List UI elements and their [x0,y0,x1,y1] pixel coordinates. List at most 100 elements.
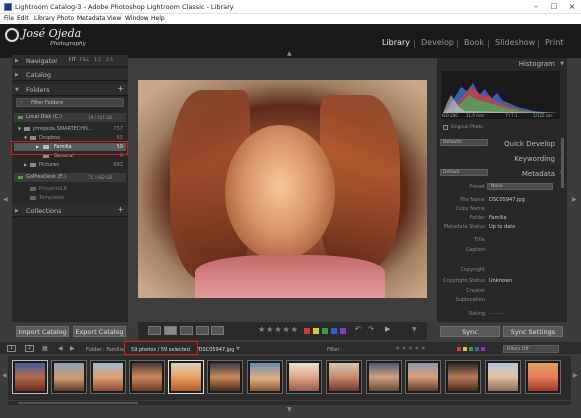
filmstrip-thumbnail[interactable] [12,360,48,394]
catalog-header[interactable]: ▶ Catalog [12,69,128,81]
rotate-right-icon[interactable]: ↷ [368,325,374,333]
rotate-left-icon[interactable]: ↶ [355,325,361,333]
filmstrip-thumbnail[interactable] [445,360,481,394]
toolbar-menu-chevron-icon[interactable]: ▼ [412,326,417,333]
metadata-header[interactable]: Metadata ▼ [437,168,567,180]
filmstrip-thumbnail[interactable] [207,360,243,394]
metadata-value[interactable]: DSC05947.jpg [489,197,525,203]
grid-mode-icon[interactable]: ▦ [42,345,48,352]
add-collection-icon[interactable]: + [117,205,124,214]
slideshow-icon[interactable]: ▶ [385,325,390,333]
filmstrip-thumbnail[interactable] [90,360,126,394]
filmstrip-scroll-thumb[interactable] [18,402,138,404]
module-library[interactable]: Library [382,38,410,47]
quick-develop-header[interactable]: Quick Develop ◀ [437,138,567,150]
filmstrip-thumbnail[interactable] [366,360,402,394]
keywording-header[interactable]: Keywording ◀ [437,153,567,165]
menu-edit[interactable]: Edit [17,15,29,22]
collections-header[interactable]: ▶ Collections + [12,205,128,217]
minimize-icon[interactable]: – [527,0,545,13]
filmstrip-thumbnail[interactable] [405,360,441,394]
folders-header[interactable]: ▼ Folders + [12,84,128,96]
color-label-blue[interactable] [331,328,337,334]
sync-settings-button[interactable]: Sync Settings [503,326,563,337]
original-photo-checkbox[interactable] [443,125,448,130]
add-folder-icon[interactable]: + [117,84,124,93]
module-print[interactable]: Print [545,38,563,47]
filmstrip-right-icon[interactable]: ▶ [573,372,578,379]
filter-color-yellow[interactable] [463,347,467,351]
rating-stars-icon[interactable]: ★★★★★ [258,325,299,334]
filmstrip-thumbnail[interactable] [129,360,165,394]
metadata-preset-dropdown[interactable]: None [487,183,553,190]
top-panel-toggle-icon[interactable]: ▲ [287,50,292,57]
folder-row[interactable]: Templates [14,194,126,202]
menu-file[interactable]: File [4,15,14,22]
filter-color-green[interactable] [469,347,473,351]
zoom-2-1[interactable]: 2:1 [106,58,113,63]
import-catalog-button[interactable]: Import Catalog [16,326,69,337]
maximize-icon[interactable]: □ [545,0,563,13]
right-panel-toggle-icon[interactable]: ▶ [572,196,577,203]
color-label-green[interactable] [322,328,328,334]
zoom-1-1[interactable]: 1:1 [94,58,101,63]
filter-folders-input[interactable]: ⌕ Filter Folders [16,98,124,107]
survey-view-icon[interactable] [196,326,209,335]
color-label-yellow[interactable] [313,328,319,334]
filters-off-dropdown[interactable]: Filters Off [503,345,559,353]
filter-color-blue[interactable] [475,347,479,351]
sync-button[interactable]: Sync [440,326,500,337]
filmstrip-thumbnail[interactable] [485,360,521,394]
filmstrip-source-path[interactable]: Folder : Familia [86,347,124,353]
window-2-button[interactable]: 2 [25,345,34,352]
people-view-icon[interactable] [211,326,224,335]
compare-view-icon[interactable] [180,326,193,335]
back-arrow-icon[interactable]: ◀ [58,345,63,352]
filmstrip-left-icon[interactable]: ◀ [2,372,7,379]
color-label-purple[interactable] [340,328,346,334]
metadata-value[interactable]: Familia [489,215,507,221]
module-develop[interactable]: Develop [421,38,454,47]
volume-local-disk[interactable]: Local Disk (C:) 19 / 931 GB [14,113,126,122]
export-catalog-button[interactable]: Export Catalog [73,326,126,337]
module-slideshow[interactable]: Slideshow [495,38,535,47]
menu-photo[interactable]: Photo [57,15,74,22]
left-panel-toggle-icon[interactable]: ◀ [3,196,8,203]
filter-color-purple[interactable] [481,347,485,351]
color-label-red[interactable] [304,328,310,334]
window-1-button[interactable]: 1 [7,345,16,352]
bottom-panel-toggle-icon[interactable]: ▼ [287,406,292,413]
menu-metadata[interactable]: Metadata [77,15,105,22]
metadata-value[interactable]: Unknown [489,278,512,284]
right-panel-scrollbar[interactable] [561,138,564,188]
histogram-header[interactable]: Histogram ▼ [437,58,567,70]
filmstrip-thumbnail[interactable] [247,360,283,394]
filter-rating-stars-icon[interactable]: ★★★★★ [395,345,427,352]
menu-window[interactable]: Window [125,15,149,22]
folder-row[interactable]: ProyectoLR [14,185,126,193]
filmstrip-thumbnail[interactable] [525,360,561,394]
filter-color-red[interactable] [457,347,461,351]
menu-library[interactable]: Library [34,15,55,22]
metadata-rating[interactable]: · · · · · [489,311,503,317]
zoom-fill[interactable]: FILL [80,58,89,63]
zoom-fit[interactable]: FIT [69,58,76,63]
filename-dropdown-icon[interactable]: ▼ [236,346,240,352]
menu-view[interactable]: View [107,15,121,22]
module-book[interactable]: Book [464,38,484,47]
forward-arrow-icon[interactable]: ▶ [70,345,75,352]
close-icon[interactable]: × [563,0,581,13]
filmstrip-thumbnail-current[interactable] [168,360,204,394]
folder-row[interactable]: ▼ jrmojeda.SMARTECHN... 757 [14,125,126,133]
current-filename[interactable]: /DSC05947.jpg [197,347,234,353]
filmstrip-thumbnail[interactable] [326,360,362,394]
folder-row[interactable]: ▶ Pictures 692 [14,161,126,169]
volume-goplexdesk[interactable]: GoPlexDesk (E:) 75 / 932 GB [14,173,126,182]
menu-help[interactable]: Help [151,15,165,22]
navigator-header[interactable]: ▶ Navigator FIT FILL 1:1 2:1 [12,55,128,67]
filmstrip-thumbnail[interactable] [286,360,322,394]
filmstrip-thumbnail[interactable] [51,360,87,394]
grid-view-icon[interactable] [148,326,161,335]
loupe-view-icon[interactable] [164,326,177,335]
filmstrip-scrollbar[interactable] [8,401,571,405]
